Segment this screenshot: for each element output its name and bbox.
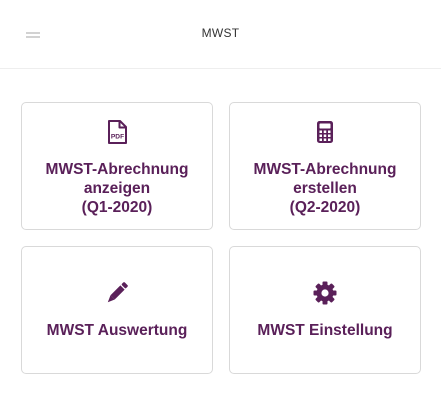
vat-evaluation-tile[interactable]: MWST Auswertung xyxy=(21,246,213,374)
page-title: MWST xyxy=(201,26,240,40)
vat-settings-tile[interactable]: MWST Einstellung xyxy=(229,246,421,374)
tile-label: MWST-Abrechnung erstellen (Q2-2020) xyxy=(230,160,420,217)
tile-label: MWST Auswertung xyxy=(22,321,212,340)
view-vat-report-q1-tile[interactable]: PDF MWST-Abrechnung anzeigen (Q1-2020) xyxy=(21,102,213,230)
top-app-bar: MWST xyxy=(0,0,441,69)
calculator-icon xyxy=(312,119,338,145)
tile-label-line: anzeigen xyxy=(83,180,151,197)
create-vat-report-q2-tile[interactable]: MWST-Abrechnung erstellen (Q2-2020) xyxy=(229,102,421,230)
tile-label-line: (Q1-2020) xyxy=(81,199,153,216)
tile-label-line: (Q2-2020) xyxy=(289,199,361,216)
tile-label: MWST Einstellung xyxy=(230,321,420,340)
tile-label-line: MWST Einstellung xyxy=(257,322,393,339)
gear-icon xyxy=(312,280,338,306)
svg-text:PDF: PDF xyxy=(111,134,124,141)
tile-label-line: MWST-Abrechnung xyxy=(45,161,189,178)
tile-label-line: erstellen xyxy=(293,180,357,197)
pencil-icon xyxy=(104,280,130,306)
pdf-file-icon: PDF xyxy=(104,119,130,145)
tile-label: MWST-Abrechnung anzeigen (Q1-2020) xyxy=(22,160,212,217)
tile-label-line: MWST-Abrechnung xyxy=(253,161,397,178)
tile-label-line: MWST Auswertung xyxy=(46,322,188,339)
